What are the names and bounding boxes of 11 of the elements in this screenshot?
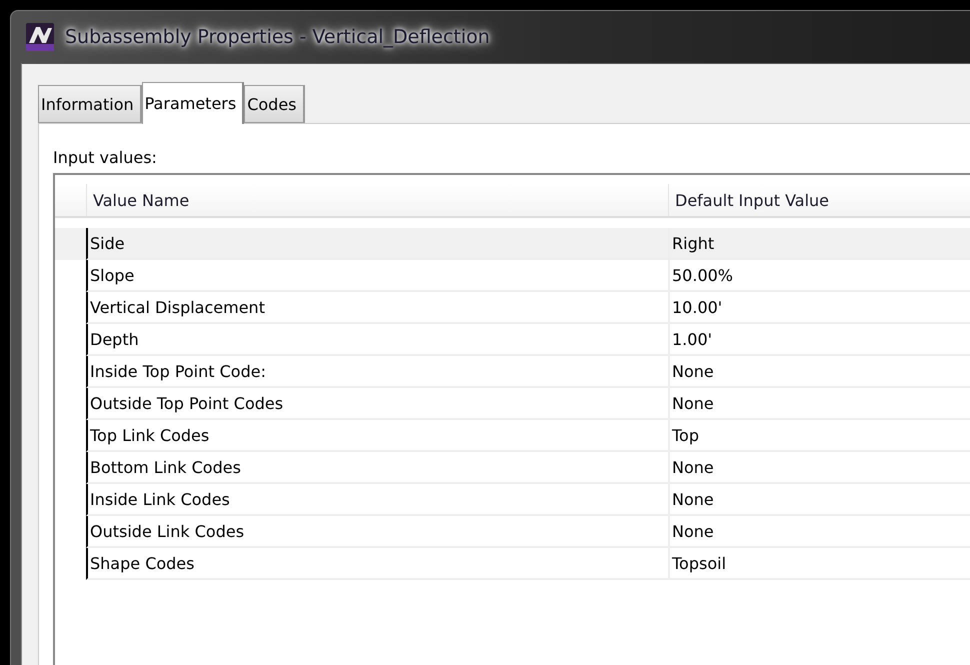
app-logo-icon: [25, 22, 55, 52]
table-cell: Shape Codes: [86, 548, 668, 580]
tab[interactable]: Parameters: [142, 82, 244, 124]
section-label: Input values:: [53, 148, 158, 167]
column-header[interactable]: Value Name: [86, 184, 668, 216]
table-cell: Topsoil: [668, 548, 970, 580]
table-row[interactable]: Side Right: [55, 228, 970, 260]
column-header[interactable]: Default Input Value: [668, 184, 970, 216]
tab[interactable]: Information: [38, 85, 142, 123]
tab[interactable]: Codes: [244, 85, 304, 123]
window-title: Subassembly Properties - Vertical_Deflection: [65, 26, 490, 48]
